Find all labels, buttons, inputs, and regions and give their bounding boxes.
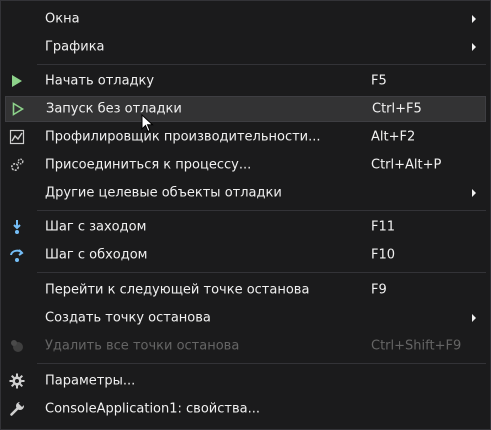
menu-item-shortcut: F5 bbox=[371, 73, 387, 89]
menu-item-shortcut: F9 bbox=[371, 282, 387, 298]
menu-item-label: Запуск без отладки bbox=[46, 101, 182, 117]
menu-separator bbox=[37, 272, 486, 273]
menu-item-label: Окна bbox=[45, 11, 80, 27]
menu-item-shortcut: Ctrl+Shift+F9 bbox=[371, 338, 462, 354]
menu-item-delete-all-breakpoints: Удалить все точки останова Ctrl+Shift+F9 bbox=[5, 333, 486, 359]
menu-item-new-breakpoint[interactable]: Создать точку останова bbox=[5, 305, 486, 331]
menu-item-next-breakpoint[interactable]: Перейти к следующей точке останова F9 bbox=[5, 277, 486, 303]
play-outline-icon bbox=[10, 101, 26, 117]
menu-item-shortcut: Alt+F2 bbox=[371, 129, 416, 145]
menu-item-label: Шаг с обходом bbox=[45, 247, 148, 263]
menu-item-label: Начать отладку bbox=[45, 73, 155, 89]
submenu-arrow-icon bbox=[472, 189, 476, 197]
submenu-arrow-icon bbox=[472, 43, 476, 51]
menu-item-shortcut: F10 bbox=[371, 247, 396, 263]
menu-separator bbox=[37, 64, 486, 65]
menu-item-project-properties[interactable]: ConsoleApplication1: свойства... bbox=[5, 396, 486, 422]
menu-item-label: ConsoleApplication1: свойства... bbox=[45, 401, 260, 417]
menu-item-label: Создать точку останова bbox=[45, 310, 211, 326]
menu-item-label: Графика bbox=[45, 39, 105, 55]
menu-item-attach-to-process[interactable]: Присоединиться к процессу... Ctrl+Alt+P bbox=[5, 152, 486, 178]
menu-item-step-over[interactable]: Шаг с обходом F10 bbox=[5, 242, 486, 268]
menu-item-label: Профилировщик производительности... bbox=[45, 129, 321, 145]
step-over-icon bbox=[9, 247, 25, 263]
menu-item-shortcut: Ctrl+F5 bbox=[372, 101, 422, 117]
menu-item-options[interactable]: Параметры... bbox=[5, 368, 486, 394]
step-into-icon bbox=[9, 219, 25, 235]
menu-item-windows[interactable]: Окна bbox=[5, 6, 486, 32]
attach-process-icon bbox=[9, 157, 25, 173]
menu-item-label: Перейти к следующей точке останова bbox=[45, 282, 310, 298]
menu-item-start-debugging[interactable]: Начать отладку F5 bbox=[5, 68, 486, 94]
wrench-icon bbox=[9, 399, 26, 417]
menu-item-step-into[interactable]: Шаг с заходом F11 bbox=[5, 214, 486, 240]
play-icon bbox=[9, 73, 25, 89]
menu-item-start-without-debugging[interactable]: Запуск без отладки Ctrl+F5 bbox=[5, 96, 486, 122]
menu-item-other-debug-targets[interactable]: Другие целевые объекты отладки bbox=[5, 180, 486, 206]
menu-item-shortcut: Ctrl+Alt+P bbox=[371, 157, 442, 173]
menu-separator bbox=[37, 210, 486, 211]
menu-item-label: Удалить все точки останова bbox=[45, 338, 240, 354]
menu-separator bbox=[37, 363, 486, 364]
menu-item-performance-profiler[interactable]: Профилировщик производительности... Alt+… bbox=[5, 124, 486, 150]
submenu-arrow-icon bbox=[472, 314, 476, 322]
menu-item-shortcut: F11 bbox=[371, 219, 396, 235]
menu-item-graphics[interactable]: Графика bbox=[5, 34, 486, 60]
gear-icon bbox=[9, 373, 25, 389]
menu-item-label: Параметры... bbox=[45, 373, 136, 389]
delete-breakpoints-icon bbox=[9, 338, 25, 354]
submenu-arrow-icon bbox=[472, 15, 476, 23]
debug-menu: Окна Графика Начать отладку F5 Запуск бе… bbox=[0, 0, 491, 430]
profiler-icon bbox=[9, 129, 25, 145]
menu-item-label: Другие целевые объекты отладки bbox=[45, 185, 282, 201]
mouse-cursor-icon bbox=[141, 113, 155, 134]
menu-item-label: Шаг с заходом bbox=[45, 219, 147, 235]
menu-item-label: Присоединиться к процессу... bbox=[45, 157, 252, 173]
